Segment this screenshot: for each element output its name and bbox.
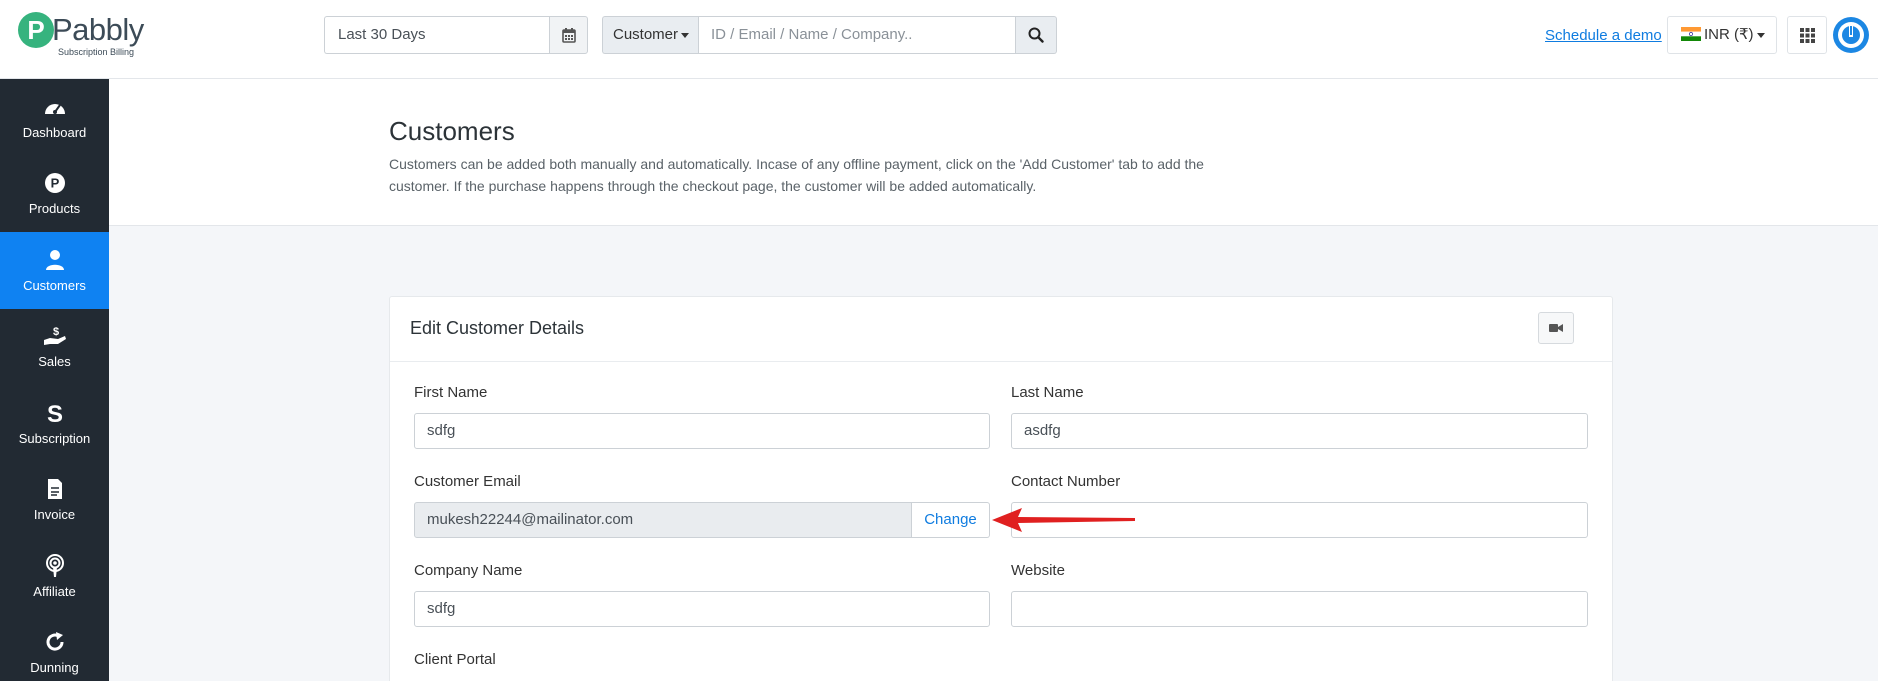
sidebar-item-sales[interactable]: $ Sales	[0, 309, 109, 386]
calendar-icon	[561, 27, 576, 43]
last-name-label: Last Name	[1011, 384, 1084, 401]
card-header: Edit Customer Details	[390, 297, 1612, 362]
page-header: Customers Customers can be added both ma…	[109, 79, 1878, 226]
annotation-arrow-icon	[992, 508, 1135, 532]
sidebar-item-affiliate[interactable]: Affiliate	[0, 538, 109, 615]
search-icon	[1028, 27, 1044, 43]
broadcast-icon	[43, 553, 67, 578]
search-input[interactable]: ID / Email / Name / Company..	[698, 16, 1016, 54]
sidebar-item-label: Dashboard	[22, 124, 87, 140]
sidebar-item-products[interactable]: P Products	[0, 156, 109, 233]
website-input[interactable]	[1011, 591, 1588, 627]
refresh-icon	[43, 630, 67, 654]
page-description: Customers can be added both manually and…	[389, 156, 1204, 194]
sidebar-item-label: Subscription	[18, 430, 91, 446]
date-range-input[interactable]: Last 30 Days	[324, 16, 549, 54]
apps-grid-button[interactable]	[1787, 16, 1827, 54]
change-email-button[interactable]: Change	[912, 502, 990, 538]
product-p-icon: P	[43, 171, 67, 195]
last-name-input[interactable]: asdfg	[1011, 413, 1588, 449]
page-title: Customers	[389, 116, 515, 146]
sidebar-item-dashboard[interactable]: Dashboard	[0, 79, 109, 156]
power-icon	[1838, 22, 1864, 48]
currency-label: INR (₹)	[1704, 26, 1754, 43]
hand-money-icon: $	[43, 324, 67, 348]
client-portal-label: Client Portal	[414, 651, 496, 668]
svg-text:S: S	[46, 401, 62, 425]
caret-down-icon	[681, 32, 690, 38]
search-type-label: Customer	[613, 26, 679, 43]
india-flag-icon	[1681, 26, 1701, 41]
first-name-label: First Name	[414, 384, 488, 401]
contact-number-label: Contact Number	[1011, 473, 1121, 490]
logo-tagline: Subscription Billing	[58, 47, 135, 57]
video-tutorial-button[interactable]	[1538, 312, 1574, 344]
schedule-demo-link[interactable]: Schedule a demo	[1545, 27, 1662, 44]
svg-text:P: P	[50, 176, 59, 191]
sidebar-item-label: Products	[28, 201, 81, 217]
search-button[interactable]	[1016, 16, 1057, 54]
sidebar-item-invoice[interactable]: Invoice	[0, 462, 109, 539]
video-camera-icon	[1549, 324, 1563, 332]
account-power-button[interactable]	[1833, 17, 1869, 53]
top-header: P Pabbly Subscription Billing Last 30 Da…	[0, 0, 1878, 79]
company-name-input[interactable]: sdfg	[414, 591, 990, 627]
svg-text:$: $	[52, 326, 58, 338]
apps-grid-icon	[1799, 27, 1815, 43]
sidebar-item-dunning[interactable]: Dunning	[0, 615, 109, 681]
website-label: Website	[1011, 562, 1065, 579]
sidebar-item-label: Affiliate	[33, 583, 76, 599]
subscription-s-icon: S	[43, 401, 67, 425]
card-title: Edit Customer Details	[410, 318, 585, 338]
company-name-label: Company Name	[414, 562, 523, 579]
currency-dropdown[interactable]: INR (₹)	[1667, 16, 1777, 54]
sidebar-item-label: Customers	[23, 277, 86, 293]
invoice-icon	[43, 477, 67, 501]
logo-mark: P	[18, 12, 54, 48]
customer-email-input: mukesh22244@mailinator.com	[414, 502, 912, 538]
first-name-input[interactable]: sdfg	[414, 413, 990, 449]
sidebar-item-label: Sales	[38, 354, 71, 370]
caret-down-icon	[1756, 32, 1765, 38]
sidebar-item-subscription[interactable]: S Subscription	[0, 385, 109, 462]
sidebar-item-label: Dunning	[30, 660, 79, 676]
sidebar: Dashboard P Products Customers $ Sales S…	[0, 79, 109, 681]
calendar-button[interactable]	[549, 16, 588, 54]
pabbly-logo[interactable]: P Pabbly Subscription Billing	[18, 12, 148, 58]
sidebar-item-label: Invoice	[33, 507, 76, 523]
sidebar-item-customers[interactable]: Customers	[0, 232, 109, 309]
date-range-picker: Last 30 Days	[324, 16, 588, 54]
customer-email-label: Customer Email	[414, 473, 521, 490]
speedometer-icon	[43, 95, 67, 119]
global-search: Customer ID / Email / Name / Company..	[602, 16, 1057, 54]
user-icon	[43, 248, 67, 272]
logo-name: Pabbly	[52, 12, 144, 47]
search-type-dropdown[interactable]: Customer	[602, 16, 698, 54]
